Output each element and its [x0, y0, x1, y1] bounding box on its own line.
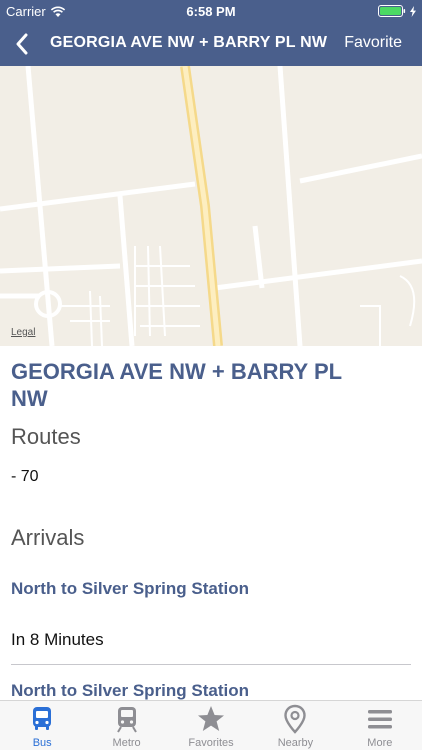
arrivals-heading: Arrivals: [11, 525, 85, 550]
tab-more[interactable]: More: [338, 701, 422, 750]
battery-icon: [378, 5, 416, 17]
bus-icon: [33, 707, 52, 730]
star-icon: [198, 706, 225, 731]
stop-title: GEORGIA AVE NW + BARRY PL NW: [11, 359, 342, 411]
favorite-button[interactable]: Favorite: [344, 34, 402, 52]
stop-map[interactable]: Legal: [0, 66, 422, 346]
train-icon: [116, 707, 137, 733]
nav-title: GEORGIA AVE NW + BARRY PL NW: [50, 34, 328, 51]
stop-details: GEORGIA AVE NW + BARRY PL NW Routes - 70…: [0, 346, 422, 700]
divider: [11, 664, 411, 665]
tab-metro[interactable]: Metro: [84, 701, 168, 750]
status-time: 6:58 PM: [186, 4, 236, 19]
map-streets: [0, 66, 422, 346]
route-item[interactable]: - 70: [11, 468, 39, 486]
map-legal-link[interactable]: Legal: [11, 327, 35, 338]
status-bar: Carrier 6:58 PM: [0, 0, 422, 22]
tab-nearby[interactable]: Nearby: [253, 701, 337, 750]
charging-icon: [410, 5, 416, 17]
arrival-destination[interactable]: North to Silver Spring Station: [11, 681, 249, 700]
chevron-left-icon: [16, 33, 28, 55]
arrival-destination[interactable]: North to Silver Spring Station: [11, 579, 249, 599]
location-pin-icon: [284, 704, 307, 734]
menu-icon: [367, 710, 392, 729]
arrival-time: In 8 Minutes: [11, 630, 104, 649]
tab-label: More: [367, 737, 393, 749]
back-button[interactable]: [10, 30, 34, 58]
tab-label: Metro: [112, 737, 141, 749]
tab-bus[interactable]: Bus: [0, 701, 84, 750]
routes-heading: Routes: [11, 424, 81, 449]
tab-bar: Bus Metro Favorites Nearby More: [0, 700, 422, 750]
tab-label: Nearby: [277, 737, 314, 749]
tab-favorites[interactable]: Favorites: [169, 701, 253, 750]
navigation-bar: GEORGIA AVE NW + BARRY PL NW Favorite: [0, 22, 422, 66]
tab-label: Bus: [32, 737, 52, 749]
tab-label: Favorites: [188, 737, 234, 749]
